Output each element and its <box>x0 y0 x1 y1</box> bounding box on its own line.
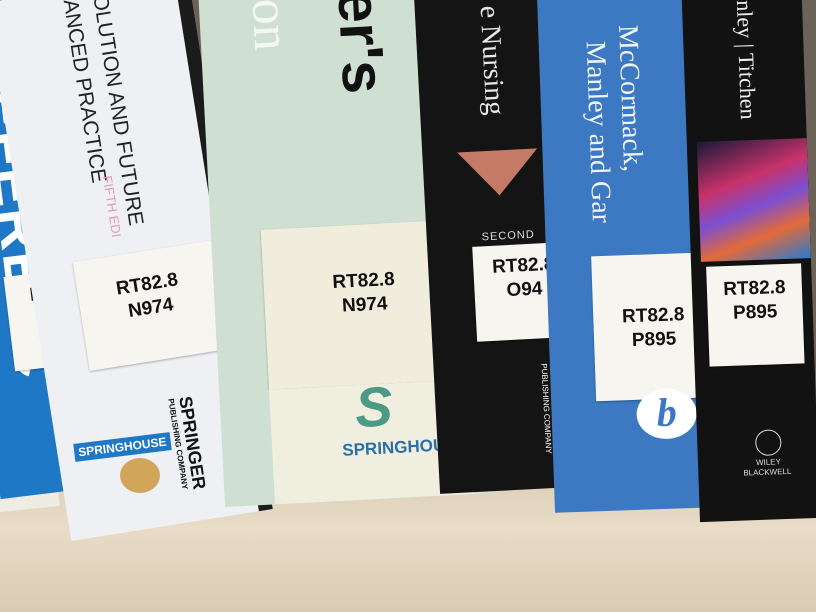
springhouse-s-logo-icon: S <box>353 374 395 440</box>
publisher-name: WILEY <box>755 457 782 468</box>
book-title-fragment: nley | Titchen <box>731 0 762 120</box>
book-title-fragment-2: er's <box>325 0 398 96</box>
book-title-fragment: ion <box>239 0 301 52</box>
coin <box>120 458 160 493</box>
swirl-artwork <box>696 138 811 262</box>
publisher-subtitle: BLACKWELL <box>743 466 792 478</box>
wiley-logo-icon <box>754 429 782 457</box>
book-spine-titchen: nley | Titchen RT82.8 P895 WILEY BLACKWE… <box>681 0 816 523</box>
book-title-fragment: e Nursing <box>473 4 511 117</box>
book-title-line-2: Manley and Gar <box>579 40 617 224</box>
call-number-cutter: P895 <box>732 301 778 324</box>
call-number-label: RT82.8 P895 <box>706 263 805 367</box>
edition-text: SECOND <box>481 228 536 244</box>
call-number-class: RT82.8 <box>722 276 786 301</box>
call-number-label: RT82.8 N974 <box>72 240 229 371</box>
publisher-b-logo-icon: b <box>635 387 698 440</box>
chevron-decoration-icon <box>457 148 540 198</box>
book-title-line-1: McCormack, <box>612 24 649 173</box>
